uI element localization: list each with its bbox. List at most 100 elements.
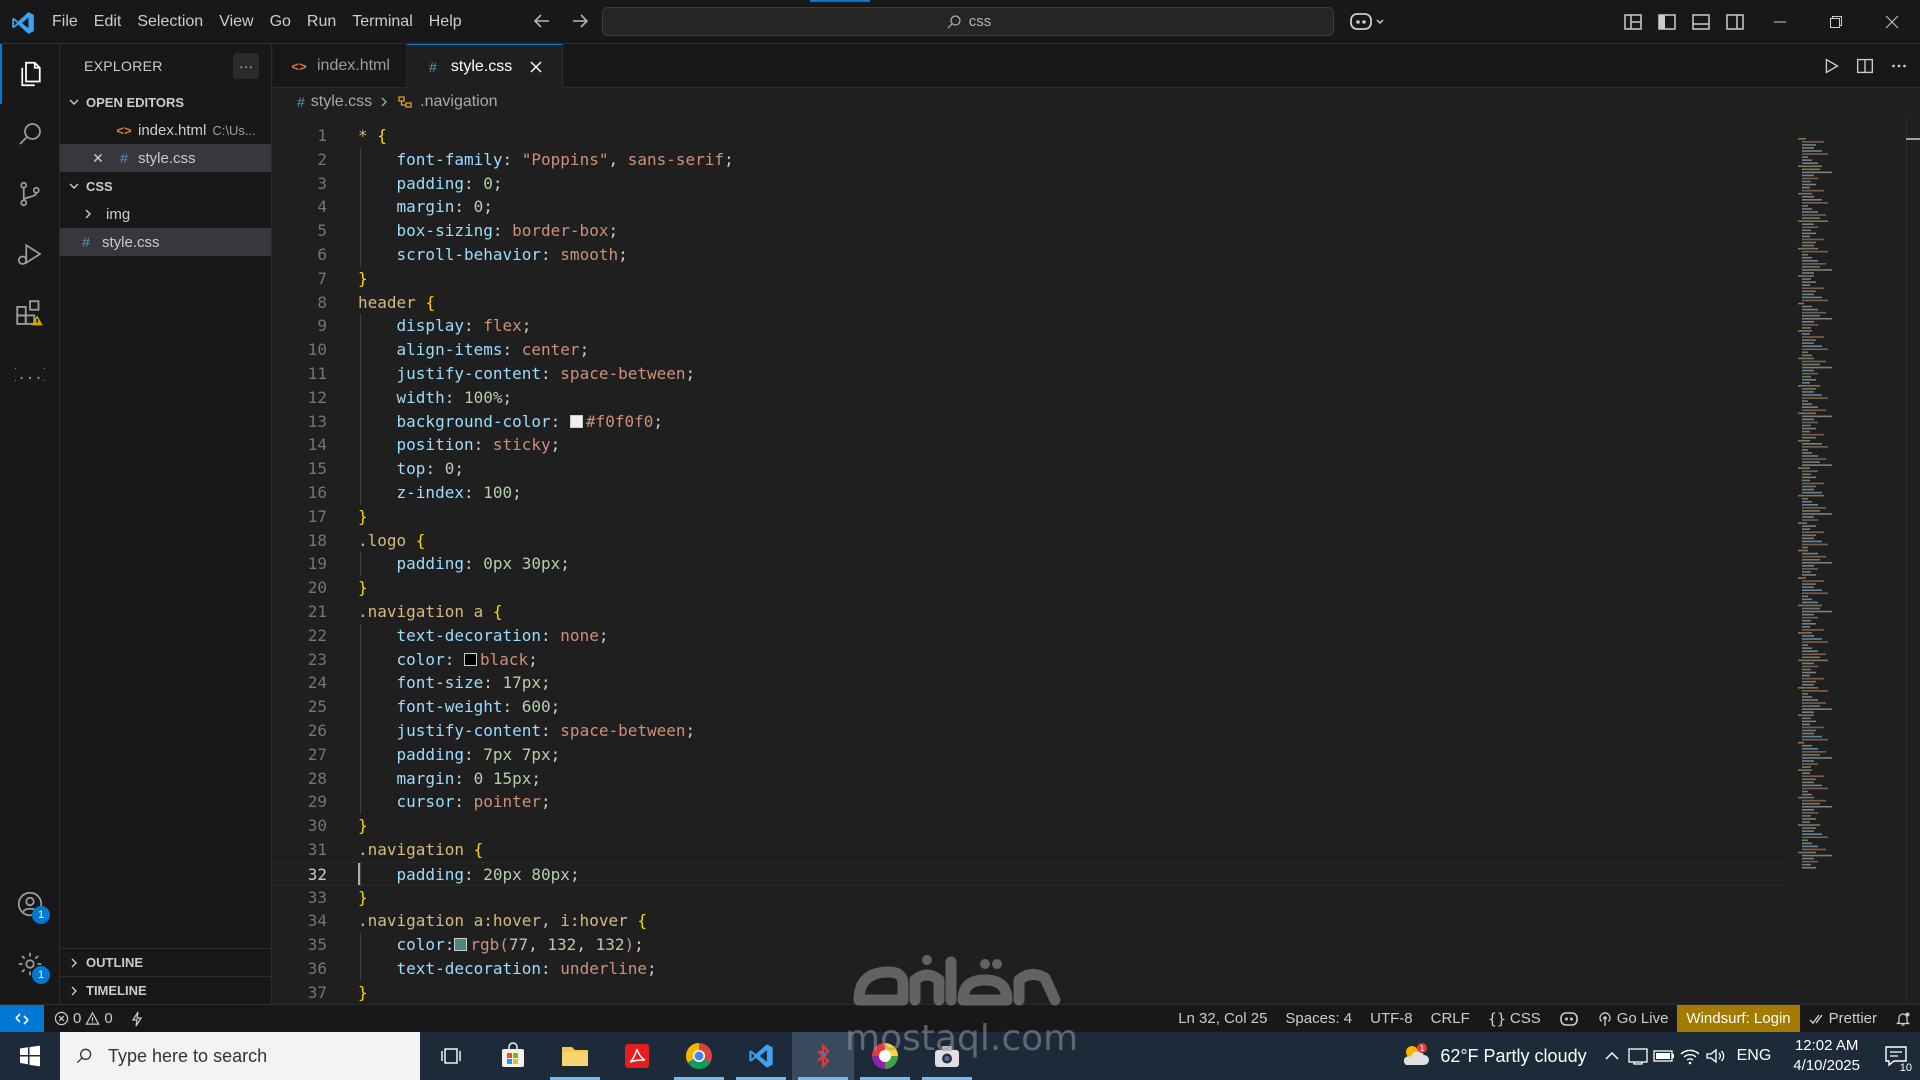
code-line[interactable]: 17} xyxy=(273,505,1783,529)
explorer-button[interactable] xyxy=(0,44,60,104)
command-center-search[interactable]: css xyxy=(602,7,1334,36)
language-mode[interactable]: {} CSS xyxy=(1479,1005,1550,1032)
code-line[interactable]: 37} xyxy=(273,981,1783,1004)
menu-run[interactable]: Run xyxy=(299,7,344,37)
menu-help[interactable]: Help xyxy=(421,7,470,37)
run-icon[interactable] xyxy=(1820,55,1842,77)
code-line[interactable]: 21 .navigation a { xyxy=(273,600,1783,624)
more-actions-icon[interactable] xyxy=(1888,55,1910,77)
code-line[interactable]: 27 padding: 7px 7px; xyxy=(273,743,1783,767)
open-editors-section[interactable]: OPEN EDITORS xyxy=(60,88,271,116)
minimap[interactable] xyxy=(1790,116,1890,1004)
menu-selection[interactable]: Selection xyxy=(129,7,211,37)
color-swatch[interactable] xyxy=(569,414,583,428)
action-center-button[interactable]: 10 xyxy=(1872,1032,1920,1080)
source-control-button[interactable] xyxy=(0,164,60,224)
code-line[interactable]: 7} xyxy=(273,267,1783,291)
menu-edit[interactable]: Edit xyxy=(86,7,130,37)
code-line[interactable]: 35 color: rgb(77, 132, 132); xyxy=(273,933,1783,957)
code-line[interactable]: 13 background-color: #f0f0f0; xyxy=(273,410,1783,434)
copilot-icon[interactable] xyxy=(1348,9,1388,35)
open-editor-index-html[interactable]: <> index.html C:\Us... xyxy=(60,116,271,144)
breadcrumb-symbol[interactable]: .navigation xyxy=(420,93,497,111)
toggle-primary-sidebar-icon[interactable] xyxy=(1654,9,1680,35)
timeline-section[interactable]: TIMELINE xyxy=(60,976,271,1004)
menu-file[interactable]: File xyxy=(44,7,86,37)
code-line[interactable]: 34 .navigation a:hover, i:hover { xyxy=(273,909,1783,933)
code-line[interactable]: 10 align-items: center; xyxy=(273,338,1783,362)
color-swatch[interactable] xyxy=(454,938,468,952)
color-swatch[interactable] xyxy=(463,652,477,666)
go-live-button[interactable]: Go Live xyxy=(1588,1005,1678,1032)
close-tab-button[interactable] xyxy=(526,57,546,77)
code-line[interactable]: 12 width: 100%; xyxy=(273,386,1783,410)
cursor-position[interactable]: Ln 32, Col 25 xyxy=(1169,1005,1276,1032)
code-line[interactable]: 29 cursor: pointer; xyxy=(273,790,1783,814)
code-line[interactable]: 28 margin: 0 15px; xyxy=(273,767,1783,791)
end-of-line[interactable]: CRLF xyxy=(1422,1005,1479,1032)
windsurf-login-button[interactable]: Windsurf: Login xyxy=(1677,1005,1800,1032)
outline-section[interactable]: OUTLINE xyxy=(60,948,271,976)
task-view-button[interactable] xyxy=(420,1032,482,1080)
code-line[interactable]: 15 top: 0; xyxy=(273,457,1783,481)
code-line[interactable]: 26 justify-content: space-between; xyxy=(273,719,1783,743)
encoding[interactable]: UTF-8 xyxy=(1361,1005,1422,1032)
code-line[interactable]: 32 padding: 20px 80px; xyxy=(273,861,1783,886)
search-view-button[interactable] xyxy=(0,104,60,164)
code-line[interactable]: 19 padding: 0px 30px; xyxy=(273,552,1783,576)
tree-item-style-css[interactable]: # style.css xyxy=(60,228,271,256)
lightning-button[interactable] xyxy=(121,1005,153,1032)
arrow-left-icon[interactable] xyxy=(530,9,554,33)
arrow-right-icon[interactable] xyxy=(568,9,592,33)
menu-go[interactable]: Go xyxy=(262,7,299,37)
code-line[interactable]: 8 header { xyxy=(273,291,1783,315)
code-line[interactable]: 25 font-weight: 600; xyxy=(273,695,1783,719)
run-debug-button[interactable] xyxy=(0,224,60,284)
code-line[interactable]: 16 z-index: 100; xyxy=(273,481,1783,505)
split-editor-icon[interactable] xyxy=(1854,55,1876,77)
chevron-up-icon[interactable] xyxy=(1599,1046,1625,1066)
battery-icon[interactable] xyxy=(1651,1046,1677,1066)
code-editor[interactable]: 1 * {2 font-family: "Poppins", sans-serif… xyxy=(273,116,1783,1004)
breadcrumb-file[interactable]: style.css xyxy=(311,93,372,111)
customize-layout-icon[interactable] xyxy=(1620,9,1646,35)
restore-button[interactable] xyxy=(1808,0,1864,44)
manage-settings-button[interactable]: 1 xyxy=(0,934,60,994)
close-icon[interactable]: ✕ xyxy=(88,150,108,167)
menu-view[interactable]: View xyxy=(211,7,261,37)
code-line[interactable]: 4 margin: 0; xyxy=(273,195,1783,219)
code-line[interactable]: 3 padding: 0; xyxy=(273,172,1783,196)
code-line[interactable]: 24 font-size: 17px; xyxy=(273,671,1783,695)
weather-text[interactable]: 62°F Partly cloudy xyxy=(1440,1046,1586,1067)
code-line[interactable]: 36 text-decoration: underline; xyxy=(273,957,1783,981)
camera-app-button[interactable] xyxy=(916,1032,978,1080)
acrobat-button[interactable] xyxy=(606,1032,668,1080)
problems-indicator[interactable]: 0 0 xyxy=(52,1005,115,1032)
microsoft-store-button[interactable] xyxy=(482,1032,544,1080)
bluetooth-app-button[interactable] xyxy=(792,1032,854,1080)
color-app-button[interactable] xyxy=(854,1032,916,1080)
taskbar-search-box[interactable]: Type here to search xyxy=(60,1032,420,1080)
chrome-button[interactable] xyxy=(668,1032,730,1080)
code-line[interactable]: 5 box-sizing: border-box; xyxy=(273,219,1783,243)
code-line[interactable]: 2 font-family: "Poppins", sans-serif; xyxy=(273,148,1783,172)
code-line[interactable]: 18 .logo { xyxy=(273,529,1783,553)
tab-style-css[interactable]: # style.css xyxy=(406,44,564,88)
code-line[interactable]: 11 justify-content: space-between; xyxy=(273,362,1783,386)
remote-button[interactable] xyxy=(0,1005,44,1032)
code-line[interactable]: 23 color: black; xyxy=(273,648,1783,672)
code-line[interactable]: 14 position: sticky; xyxy=(273,433,1783,457)
toggle-panel-icon[interactable] xyxy=(1688,9,1714,35)
copilot-status[interactable] xyxy=(1550,1005,1588,1032)
code-line[interactable]: 31 .navigation { xyxy=(273,838,1783,862)
accounts-button[interactable]: 1 xyxy=(0,874,60,934)
more-actions-button[interactable]: ··· xyxy=(233,53,259,79)
toggle-secondary-sidebar-icon[interactable] xyxy=(1722,9,1748,35)
code-line[interactable]: 33} xyxy=(273,886,1783,910)
code-line[interactable]: 20} xyxy=(273,576,1783,600)
clock[interactable]: 12:02 AM 4/10/2025 xyxy=(1781,1036,1872,1076)
file-explorer-button[interactable] xyxy=(544,1032,606,1080)
open-editor-style-css[interactable]: ✕ # style.css xyxy=(60,144,271,172)
input-language[interactable]: ENG xyxy=(1737,1047,1772,1065)
tree-item-img[interactable]: img xyxy=(60,200,271,228)
